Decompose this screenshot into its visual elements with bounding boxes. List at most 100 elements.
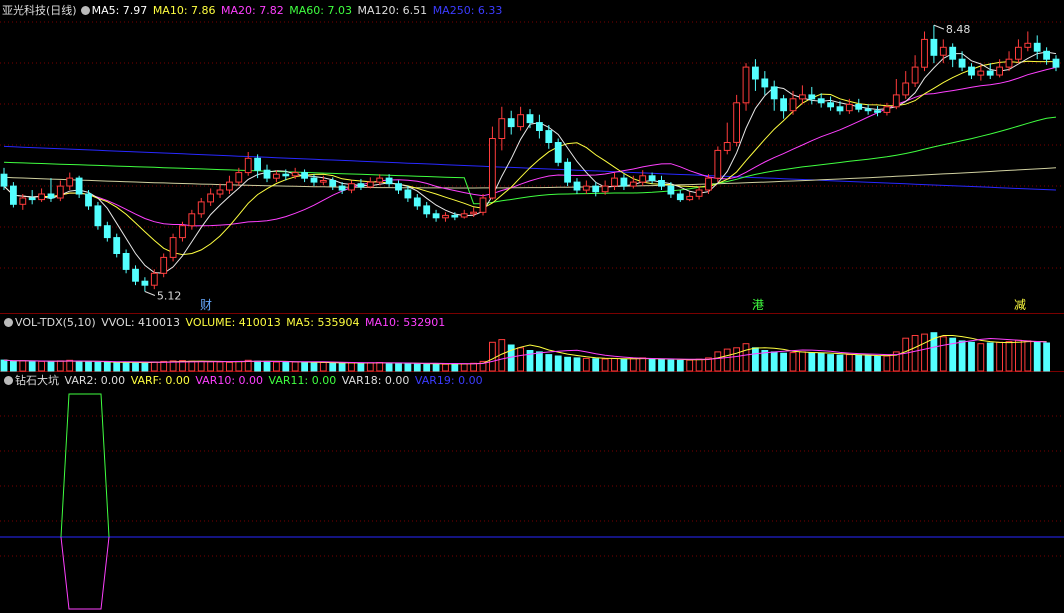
candle-body-33 — [310, 177, 318, 183]
candle-body-2 — [19, 197, 27, 205]
volume-bar-90 — [845, 354, 853, 372]
candle-body-34 — [319, 180, 327, 183]
volume-bar-9 — [85, 361, 92, 372]
volume-bar-37 — [348, 362, 355, 372]
volume-bar-107 — [1005, 341, 1013, 372]
volume-bar-3 — [28, 360, 36, 372]
candle-body-75 — [705, 177, 712, 191]
candle-body-55 — [517, 114, 525, 128]
volume-bar-35 — [329, 362, 337, 372]
candle-body-97 — [911, 66, 919, 84]
candle-body-28 — [263, 169, 271, 179]
volume-bar-41 — [385, 362, 393, 372]
volume-bar-49 — [460, 363, 468, 372]
candle-body-84 — [789, 98, 797, 112]
volume-bar-11 — [103, 362, 111, 372]
volume-bar-84 — [789, 352, 797, 372]
volume-bar-17 — [160, 360, 168, 372]
candle-body-41 — [385, 177, 393, 185]
volume-bar-104 — [977, 343, 985, 372]
volume-bar-28 — [263, 360, 271, 372]
candle-body-83 — [780, 98, 788, 112]
candle-body-79 — [742, 66, 750, 104]
candle-body-70 — [658, 180, 665, 187]
volume-bar-38 — [357, 362, 365, 372]
candle-body-5 — [47, 193, 55, 199]
volume-bar-43 — [404, 363, 412, 372]
candle-body-11 — [103, 225, 111, 239]
candle-body-65 — [611, 177, 618, 187]
candle-body-98 — [921, 38, 928, 68]
chart-canvas[interactable]: 8.48 5.12 — [0, 0, 1064, 613]
candle-body-7 — [66, 177, 74, 187]
candle-body-30 — [282, 173, 290, 177]
candle-body-36 — [338, 185, 346, 191]
candle-body-0 — [0, 173, 8, 187]
candle-body-53 — [498, 118, 506, 139]
candle-body-63 — [592, 185, 600, 193]
candle-body-92 — [864, 108, 872, 112]
candle-body-102 — [958, 58, 966, 68]
volume-bar-8 — [75, 360, 83, 372]
volume-bar-69 — [648, 358, 656, 372]
candle-body-26 — [244, 157, 252, 174]
volume-bar-21 — [197, 360, 205, 372]
candle-body-37 — [348, 183, 355, 191]
candle-body-72 — [676, 193, 684, 201]
volume-bar-98 — [921, 333, 928, 372]
ma20-line — [3, 66, 1057, 227]
candle-body-10 — [94, 205, 102, 227]
candle-body-77 — [723, 142, 731, 151]
candle-body-95 — [892, 94, 900, 108]
ma120-line — [3, 167, 1057, 189]
candle-body-17 — [160, 256, 168, 274]
volume-bar-31 — [291, 361, 299, 372]
candle-body-25 — [235, 172, 243, 183]
candle-body-73 — [686, 195, 694, 201]
candle-body-52 — [489, 138, 496, 199]
volume-bar-109 — [1024, 340, 1032, 372]
candle-body-43 — [404, 189, 412, 199]
candle-body-91 — [855, 103, 863, 110]
volume-bar-83 — [780, 352, 788, 372]
candle-body-78 — [733, 102, 741, 143]
candle-body-29 — [273, 173, 280, 179]
volume-bar-65 — [611, 357, 618, 372]
candle-body-24 — [226, 181, 233, 191]
candle-body-13 — [122, 253, 130, 270]
volume-bar-87 — [817, 353, 825, 372]
candle-body-50 — [470, 211, 478, 215]
indicator-magenta-spike — [60, 536, 110, 610]
candle-body-3 — [28, 197, 36, 201]
candle-body-87 — [817, 98, 825, 104]
low-label: 5.12 — [157, 290, 182, 303]
candle-body-94 — [883, 106, 891, 113]
candle-body-39 — [366, 181, 374, 188]
volume-bar-70 — [658, 359, 665, 372]
volume-bar-93 — [874, 355, 881, 372]
candle-body-19 — [179, 225, 186, 239]
volume-bar-111 — [1043, 342, 1050, 372]
volume-bar-77 — [723, 348, 731, 372]
candle-body-61 — [573, 181, 581, 191]
candle-body-80 — [752, 66, 759, 80]
candle-body-54 — [507, 118, 515, 128]
volume-bar-50 — [470, 362, 478, 372]
volume-bar-108 — [1015, 339, 1022, 372]
candle-body-67 — [629, 181, 637, 187]
volume-bar-27 — [254, 360, 261, 372]
candle-body-22 — [207, 193, 214, 203]
candle-body-20 — [188, 213, 196, 227]
volume-bar-59 — [554, 355, 562, 372]
volume-bar-1 — [10, 360, 17, 372]
candle-body-27 — [254, 157, 261, 171]
high-pointer — [933, 24, 945, 30]
candle-body-103 — [968, 66, 975, 76]
candle-body-99 — [930, 38, 938, 56]
volume-bar-61 — [573, 357, 581, 372]
candle-body-109 — [1024, 42, 1032, 48]
volume-bar-5 — [47, 361, 55, 372]
candle-body-82 — [770, 86, 778, 100]
candle-body-76 — [714, 149, 722, 179]
candle-body-46 — [432, 213, 440, 219]
